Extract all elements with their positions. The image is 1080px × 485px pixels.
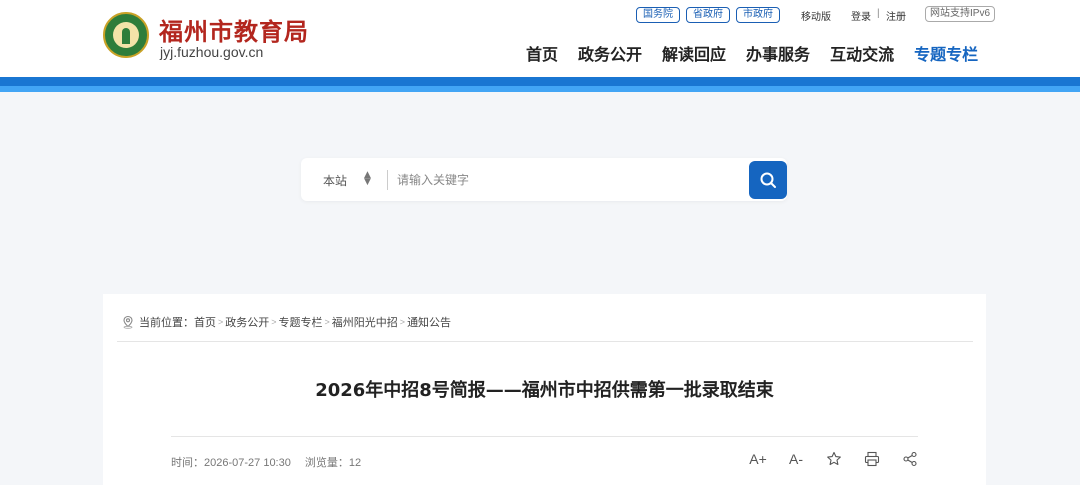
breadcrumb-separator-icon: > [399, 317, 406, 327]
breadcrumb-home[interactable]: 首页 [194, 314, 216, 330]
scope-updown-icon[interactable]: ▲ ▼ [364, 171, 371, 187]
favorite-button[interactable] [824, 449, 844, 469]
breadcrumb-special-topics[interactable]: 专题专栏 [279, 314, 323, 330]
font-decrease-button[interactable]: A- [786, 449, 806, 469]
star-icon [827, 451, 841, 466]
share-icon [903, 451, 917, 467]
nav-item-interaction[interactable]: 互动交流 [830, 41, 894, 65]
search-icon [760, 172, 776, 188]
breadcrumb-separator-icon: > [271, 317, 277, 327]
mobile-version-link[interactable]: 移动版 [801, 8, 831, 23]
search-box: 本站 ▲ ▼ [301, 158, 787, 201]
publish-time: 时间：2026-07-27 10:30 [171, 454, 291, 470]
breadcrumb-sunshine-admission[interactable]: 福州阳光中招 [332, 314, 398, 330]
view-count-value: 12 [348, 457, 362, 469]
site-domain: jyj.fuzhou.gov.cn [160, 44, 264, 60]
gov-links: 国务院 省政府 市政府 [636, 7, 780, 23]
login-register-separator: | [877, 8, 880, 19]
search-scope-select[interactable]: 本站 [323, 172, 347, 189]
breadcrumb: 当前位置： 首页 > 政务公开 > 专题专栏 > 福州阳光中招 > 通知公告 [121, 314, 451, 330]
meta-divider [171, 436, 918, 437]
site-title[interactable]: 福州市教育局 [159, 12, 309, 47]
breadcrumb-notices[interactable]: 通知公告 [407, 314, 451, 330]
font-increase-button[interactable]: A+ [748, 449, 768, 469]
article-card: 当前位置： 首页 > 政务公开 > 专题专栏 > 福州阳光中招 > 通知公告 2… [103, 294, 986, 485]
header-accent-bar [0, 77, 1080, 92]
register-link[interactable]: 注册 [886, 8, 906, 23]
education-bureau-logo-icon[interactable] [103, 12, 149, 58]
search-button[interactable] [749, 161, 787, 199]
location-pin-icon [123, 315, 133, 329]
nav-item-services[interactable]: 办事服务 [746, 41, 810, 65]
login-link[interactable]: 登录 [851, 8, 871, 23]
article-title: 2026年中招8号简报——福州市中招供需第一批录取结束 [315, 380, 774, 401]
nav-item-special-topics[interactable]: 专题专栏 [914, 41, 978, 65]
gov-link-state-council[interactable]: 国务院 [636, 7, 680, 23]
search-input[interactable] [397, 166, 737, 194]
publish-time-value: 2026-07-27 10:30 [204, 457, 291, 469]
breadcrumb-separator-icon: > [324, 317, 330, 327]
nav-item-home[interactable]: 首页 [526, 41, 558, 65]
nav-item-gov-affairs[interactable]: 政务公开 [578, 41, 642, 65]
view-count: 浏览量：12 [305, 454, 361, 470]
breadcrumb-separator-icon: > [218, 317, 224, 327]
breadcrumb-divider [117, 341, 973, 342]
nav-item-interpretation[interactable]: 解读回应 [662, 41, 726, 65]
article-tools: A+ A- [748, 449, 920, 469]
print-button[interactable] [862, 449, 882, 469]
share-button[interactable] [900, 449, 920, 469]
article-meta: 时间：2026-07-27 10:30 浏览量：12 [171, 454, 361, 470]
print-icon [864, 451, 880, 467]
main-nav: 首页 政务公开 解读回应 办事服务 互动交流 专题专栏 [526, 41, 978, 65]
site-header: 福州市教育局 jyj.fuzhou.gov.cn 国务院 省政府 市政府 移动版… [0, 0, 1080, 77]
publish-time-label: 时间： [171, 457, 204, 469]
search-divider [387, 170, 388, 190]
breadcrumb-gov-affairs[interactable]: 政务公开 [225, 314, 269, 330]
gov-link-city[interactable]: 市政府 [736, 7, 780, 23]
gov-link-province[interactable]: 省政府 [686, 7, 730, 23]
view-count-label: 浏览量： [304, 457, 349, 469]
breadcrumb-prefix: 当前位置： [139, 317, 194, 329]
ipv6-badge: 网站支持IPv6 [925, 6, 996, 22]
